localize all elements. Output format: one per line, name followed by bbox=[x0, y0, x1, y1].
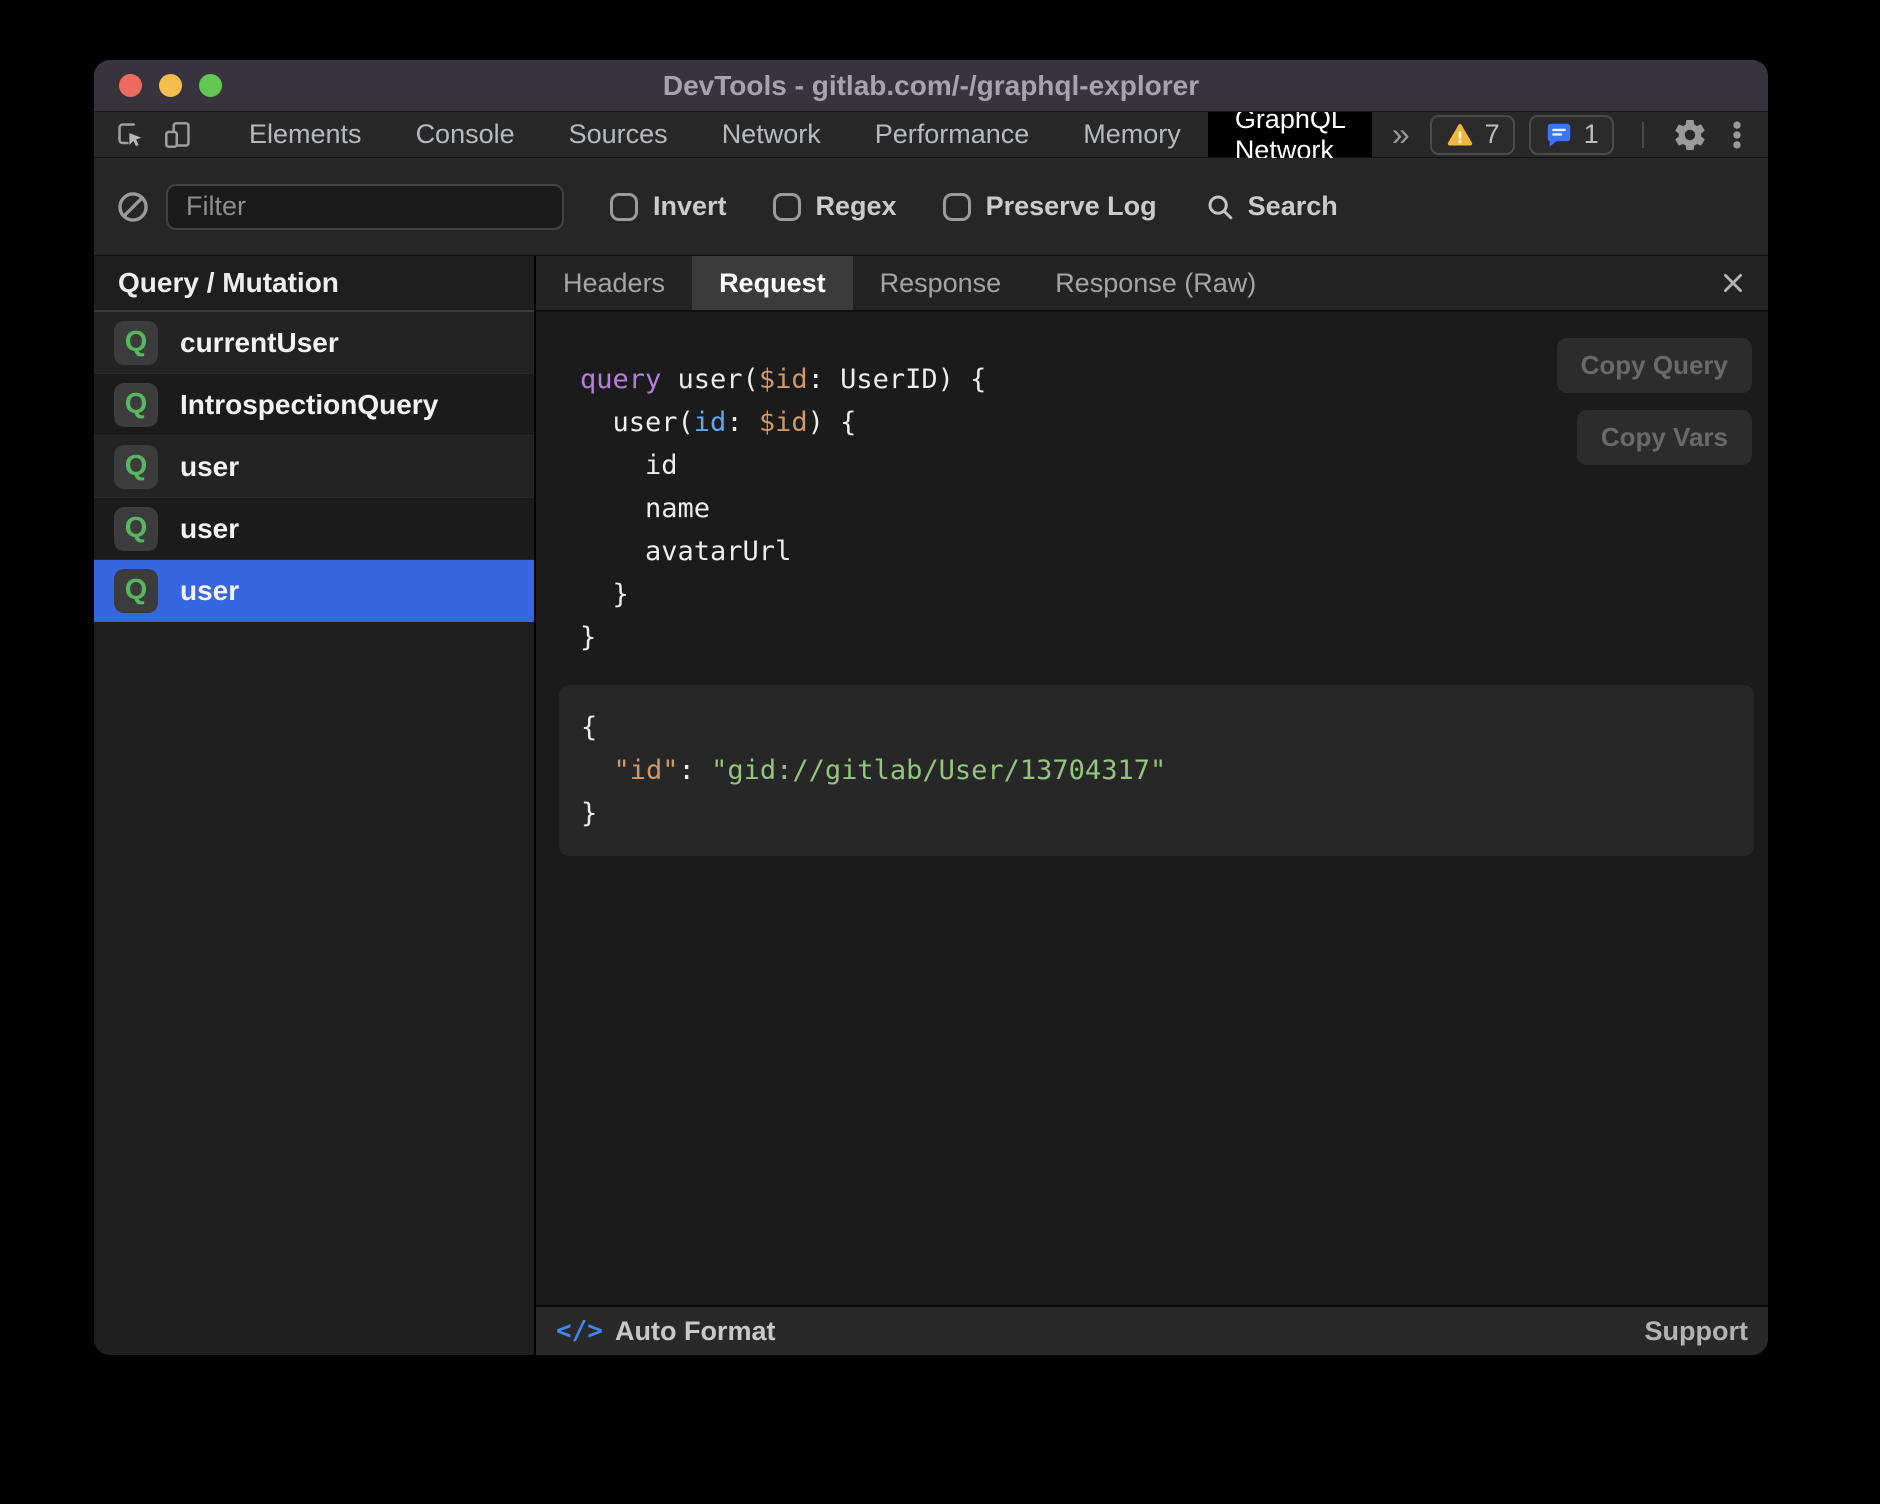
auto-format-button[interactable]: </> Auto Format bbox=[556, 1316, 775, 1347]
warning-icon bbox=[1445, 120, 1475, 150]
menu-button[interactable] bbox=[1722, 118, 1752, 152]
tab-performance[interactable]: Performance bbox=[848, 112, 1057, 157]
code-line: avatarUrl bbox=[580, 530, 1754, 573]
messages-badge[interactable]: 1 bbox=[1529, 115, 1614, 155]
tab-response-raw[interactable]: Response (Raw) bbox=[1028, 256, 1283, 310]
query-type-badge: Q bbox=[114, 445, 158, 489]
code-line: "id": "gid://gitlab/User/13704317" bbox=[581, 749, 1734, 792]
detail-footer: </> Auto Format Support bbox=[536, 1305, 1768, 1355]
query-name: user bbox=[180, 513, 239, 545]
minimize-window-button[interactable] bbox=[159, 74, 182, 97]
graphql-variables-box: { "id": "gid://gitlab/User/13704317"} bbox=[559, 685, 1754, 856]
filter-input[interactable] bbox=[166, 184, 564, 230]
checkbox-preserve-log[interactable]: Preserve Log bbox=[943, 191, 1157, 222]
devtools-tabs: ElementsConsoleSourcesNetworkPerformance… bbox=[222, 112, 1372, 157]
detail-tabstrip: HeadersRequestResponseResponse (Raw) bbox=[536, 256, 1768, 312]
devtools-toolbar: ElementsConsoleSourcesNetworkPerformance… bbox=[94, 112, 1768, 158]
close-detail-button[interactable] bbox=[1720, 270, 1746, 296]
tab-response[interactable]: Response bbox=[853, 256, 1029, 310]
code-line: { bbox=[581, 706, 1734, 749]
query-list-item[interactable]: QcurrentUser bbox=[94, 312, 534, 374]
window-title: DevTools - gitlab.com/-/graphql-explorer bbox=[94, 70, 1768, 102]
traffic-lights bbox=[94, 74, 222, 97]
query-list-item[interactable]: Quser bbox=[94, 560, 534, 622]
clear-button[interactable] bbox=[116, 190, 150, 224]
support-link[interactable]: Support bbox=[1645, 1316, 1748, 1347]
filter-checkboxes: Invert Regex Preserve Log bbox=[610, 191, 1157, 222]
phone-icon bbox=[166, 131, 176, 146]
query-list-panel: Query / Mutation QcurrentUserQIntrospect… bbox=[94, 256, 536, 1355]
checkbox-box bbox=[773, 193, 801, 221]
query-list-item[interactable]: Quser bbox=[94, 498, 534, 560]
code-line: } bbox=[580, 573, 1754, 616]
filter-bar: Invert Regex Preserve Log Search bbox=[94, 158, 1768, 256]
checkbox-regex[interactable]: Regex bbox=[773, 191, 897, 222]
checkbox-label: Regex bbox=[816, 191, 897, 222]
query-name: IntrospectionQuery bbox=[180, 389, 438, 421]
detail-tabs: HeadersRequestResponseResponse (Raw) bbox=[536, 256, 1283, 310]
more-tabs-button[interactable]: » bbox=[1372, 112, 1430, 157]
query-type-badge: Q bbox=[114, 507, 158, 551]
chat-bubble-icon bbox=[1544, 120, 1574, 150]
search-label: Search bbox=[1248, 191, 1338, 222]
copy-vars-button[interactable]: Copy Vars bbox=[1577, 410, 1752, 465]
block-icon bbox=[116, 190, 150, 224]
title-bar: DevTools - gitlab.com/-/graphql-explorer bbox=[94, 60, 1768, 112]
tab-memory[interactable]: Memory bbox=[1056, 112, 1208, 157]
device-toolbar-button[interactable] bbox=[162, 119, 194, 151]
devtools-window: DevTools - gitlab.com/-/graphql-explorer… bbox=[94, 60, 1768, 1355]
tab-elements[interactable]: Elements bbox=[222, 112, 389, 157]
close-icon bbox=[1720, 270, 1746, 296]
code-icon: </> bbox=[556, 1316, 603, 1346]
gear-icon bbox=[1672, 117, 1708, 153]
main-area: Query / Mutation QcurrentUserQIntrospect… bbox=[94, 256, 1768, 1355]
checkbox-label: Invert bbox=[653, 191, 727, 222]
code-line: name bbox=[580, 487, 1754, 530]
tab-graphql-network[interactable]: GraphQL Network bbox=[1208, 112, 1372, 157]
tab-headers[interactable]: Headers bbox=[536, 256, 692, 310]
request-content: query user($id: UserID) { user(id: $id) … bbox=[536, 312, 1768, 1305]
checkbox-box bbox=[943, 193, 971, 221]
tab-sources[interactable]: Sources bbox=[542, 112, 695, 157]
query-list-item[interactable]: Q IntrospectionQuery bbox=[94, 374, 534, 436]
query-type-badge: Q bbox=[114, 569, 158, 613]
search-button[interactable]: Search bbox=[1205, 191, 1338, 222]
query-list-header: Query / Mutation bbox=[94, 256, 534, 312]
copy-buttons: Copy Query Copy Vars bbox=[1557, 338, 1752, 465]
toolbar-left-icons bbox=[94, 112, 194, 157]
kebab-menu-icon bbox=[1722, 118, 1752, 152]
settings-button[interactable] bbox=[1672, 117, 1708, 153]
query-list-item[interactable]: Quser bbox=[94, 436, 534, 498]
toolbar-right: 7 1 bbox=[1430, 112, 1768, 157]
tab-network[interactable]: Network bbox=[695, 112, 848, 157]
query-name: user bbox=[180, 575, 239, 607]
toolbar-right-divider bbox=[1642, 122, 1644, 148]
copy-query-button[interactable]: Copy Query bbox=[1557, 338, 1752, 393]
tab-console[interactable]: Console bbox=[389, 112, 542, 157]
warning-count: 7 bbox=[1485, 119, 1500, 150]
tab-request[interactable]: Request bbox=[692, 256, 853, 310]
checkbox-invert[interactable]: Invert bbox=[610, 191, 727, 222]
detail-panel: HeadersRequestResponseResponse (Raw) que… bbox=[536, 256, 1768, 1355]
checkbox-box bbox=[610, 193, 638, 221]
inspect-element-button[interactable] bbox=[114, 119, 146, 151]
auto-format-label: Auto Format bbox=[615, 1316, 775, 1347]
checkbox-label: Preserve Log bbox=[986, 191, 1157, 222]
message-count: 1 bbox=[1584, 119, 1599, 150]
code-line: } bbox=[580, 616, 1754, 659]
code-line: } bbox=[581, 792, 1734, 835]
zoom-window-button[interactable] bbox=[199, 74, 222, 97]
query-name: user bbox=[180, 451, 239, 483]
close-window-button[interactable] bbox=[119, 74, 142, 97]
warnings-badge[interactable]: 7 bbox=[1430, 115, 1515, 155]
query-type-badge: Q bbox=[114, 321, 158, 365]
query-list: QcurrentUserQIntrospectionQueryQuserQuse… bbox=[94, 312, 534, 622]
query-type-badge: Q bbox=[114, 383, 158, 427]
query-name: currentUser bbox=[180, 327, 339, 359]
search-icon bbox=[1205, 192, 1235, 222]
